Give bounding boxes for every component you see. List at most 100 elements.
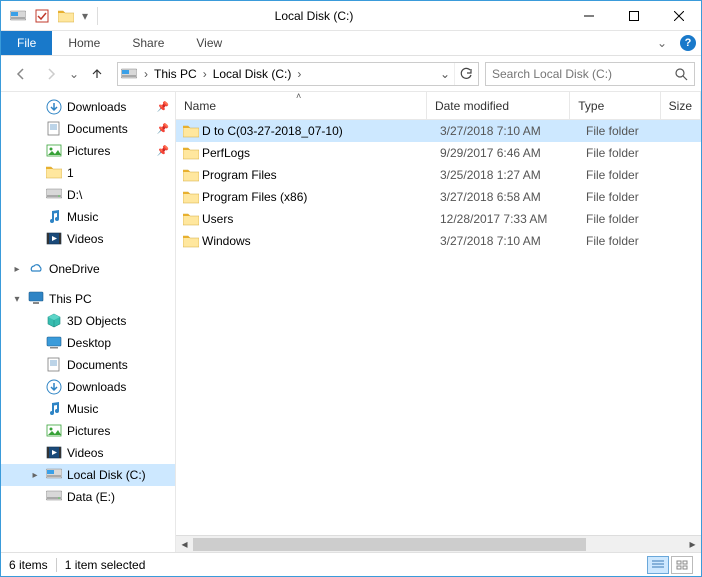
column-type[interactable]: Type [570, 92, 660, 119]
nav-thispc-item[interactable]: Videos [1, 442, 175, 464]
status-item-count: 6 items [9, 558, 48, 572]
file-date: 3/27/2018 6:58 AM [432, 190, 578, 204]
nav-item-label: Pictures [67, 144, 110, 158]
folder-icon [176, 234, 200, 248]
videos-icon [45, 230, 63, 248]
nav-item-label: Desktop [67, 336, 111, 350]
nav-item-label: Music [67, 402, 98, 416]
minimize-button[interactable] [566, 1, 611, 30]
qat-dropdown[interactable]: ▾ [79, 5, 91, 27]
file-row[interactable]: PerfLogs 9/29/2017 6:46 AM File folder [176, 142, 701, 164]
nav-quick-item[interactable]: D:\ [1, 184, 175, 206]
disk-icon [45, 186, 63, 204]
file-name: D to C(03-27-2018_07-10) [200, 124, 432, 138]
nav-thispc[interactable]: ▾ This PC [1, 288, 175, 310]
nav-thispc-item[interactable]: Pictures [1, 420, 175, 442]
maximize-button[interactable] [611, 1, 656, 30]
file-name: Users [200, 212, 432, 226]
up-button[interactable] [83, 60, 111, 88]
horizontal-scrollbar[interactable]: ◂ ▸ [176, 535, 701, 552]
back-button[interactable] [7, 60, 35, 88]
nav-quick-item[interactable]: Downloads 📌 [1, 96, 175, 118]
navigation-pane[interactable]: Downloads 📌 Documents 📌 Pictures 📌 1 D:\… [1, 92, 176, 552]
nav-item-label: Downloads [67, 100, 126, 114]
pictures-icon [45, 142, 63, 160]
column-size[interactable]: Size [661, 92, 701, 119]
history-dropdown[interactable]: ⌄ [67, 67, 81, 81]
view-details-button[interactable] [647, 556, 669, 574]
folder-icon [176, 212, 200, 226]
disk-icon [45, 488, 63, 506]
nav-item-label: Local Disk (C:) [67, 468, 146, 482]
breadcrumb-sep-icon[interactable]: › [140, 67, 152, 81]
view-large-icons-button[interactable] [671, 556, 693, 574]
file-row[interactable]: Program Files (x86) 3/27/2018 6:58 AM Fi… [176, 186, 701, 208]
nav-quick-item[interactable]: Pictures 📌 [1, 140, 175, 162]
music-icon [45, 400, 63, 418]
scroll-thumb[interactable] [193, 538, 586, 551]
refresh-button[interactable] [454, 63, 476, 85]
nav-thispc-item[interactable]: Desktop [1, 332, 175, 354]
nav-item-label: Downloads [67, 380, 126, 394]
nav-item-label: 1 [67, 166, 74, 180]
tab-home[interactable]: Home [52, 31, 116, 55]
nav-thispc-item[interactable]: Documents [1, 354, 175, 376]
breadcrumb-root[interactable]: This PC [152, 67, 199, 81]
qat-properties-icon[interactable] [31, 5, 53, 27]
search-input[interactable] [486, 67, 668, 81]
nav-thispc-item[interactable]: Downloads [1, 376, 175, 398]
column-name[interactable]: Name [176, 92, 427, 119]
nav-item-label: Videos [67, 232, 103, 246]
cloud-icon [27, 260, 45, 278]
window-title: Local Disk (C:) [102, 9, 566, 23]
nav-thispc-item[interactable]: Music [1, 398, 175, 420]
file-row[interactable]: Program Files 3/25/2018 1:27 AM File fol… [176, 164, 701, 186]
folder-icon [176, 124, 200, 138]
monitor-icon [27, 290, 45, 308]
file-list[interactable]: D to C(03-27-2018_07-10) 3/27/2018 7:10 … [176, 120, 701, 535]
breadcrumb-current[interactable]: Local Disk (C:) [211, 67, 294, 81]
nav-thispc-item[interactable]: ▸ Local Disk (C:) [1, 464, 175, 486]
nav-thispc-item[interactable]: Data (E:) [1, 486, 175, 508]
search-box[interactable] [485, 62, 695, 86]
address-bar[interactable]: › This PC › Local Disk (C:) › ⌄ [117, 62, 479, 86]
file-row[interactable]: Users 12/28/2017 7:33 AM File folder [176, 208, 701, 230]
tab-view[interactable]: View [180, 31, 238, 55]
address-dropdown[interactable]: ⌄ [436, 67, 454, 81]
ribbon-expand[interactable]: ⌄ [649, 31, 675, 55]
nav-thispc-item[interactable]: 3D Objects [1, 310, 175, 332]
status-selection: 1 item selected [65, 558, 146, 572]
close-button[interactable] [656, 1, 701, 30]
help-button[interactable]: ? [675, 31, 701, 55]
search-icon[interactable] [668, 67, 694, 81]
folder-icon [176, 168, 200, 182]
documents-icon [45, 356, 63, 374]
nav-quick-item[interactable]: Videos [1, 228, 175, 250]
column-headers[interactable]: ˄ Name Date modified Type Size [176, 92, 701, 120]
tab-share[interactable]: Share [116, 31, 180, 55]
file-row[interactable]: Windows 3/27/2018 7:10 AM File folder [176, 230, 701, 252]
nav-item-label: Documents [67, 122, 128, 136]
nav-quick-item[interactable]: Music [1, 206, 175, 228]
file-row[interactable]: D to C(03-27-2018_07-10) 3/27/2018 7:10 … [176, 120, 701, 142]
scroll-right-icon[interactable]: ▸ [684, 536, 701, 552]
nav-quick-item[interactable]: 1 [1, 162, 175, 184]
column-date[interactable]: Date modified [427, 92, 570, 119]
breadcrumb-sep-icon[interactable]: › [293, 67, 305, 81]
breadcrumb-sep-icon[interactable]: › [199, 67, 211, 81]
file-type: File folder [578, 190, 670, 204]
forward-button[interactable] [37, 60, 65, 88]
qat-folder-icon[interactable] [55, 5, 77, 27]
scroll-left-icon[interactable]: ◂ [176, 536, 193, 552]
file-date: 3/27/2018 7:10 AM [432, 234, 578, 248]
nav-item-label: 3D Objects [67, 314, 126, 328]
folder-icon [176, 146, 200, 160]
file-type: File folder [578, 146, 670, 160]
nav-quick-item[interactable]: Documents 📌 [1, 118, 175, 140]
file-type: File folder [578, 212, 670, 226]
pin-icon: 📌 [157, 146, 169, 157]
nav-item-label: Videos [67, 446, 103, 460]
nav-onedrive[interactable]: ▸ OneDrive [1, 258, 175, 280]
file-tab[interactable]: File [1, 31, 52, 55]
documents-icon [45, 120, 63, 138]
